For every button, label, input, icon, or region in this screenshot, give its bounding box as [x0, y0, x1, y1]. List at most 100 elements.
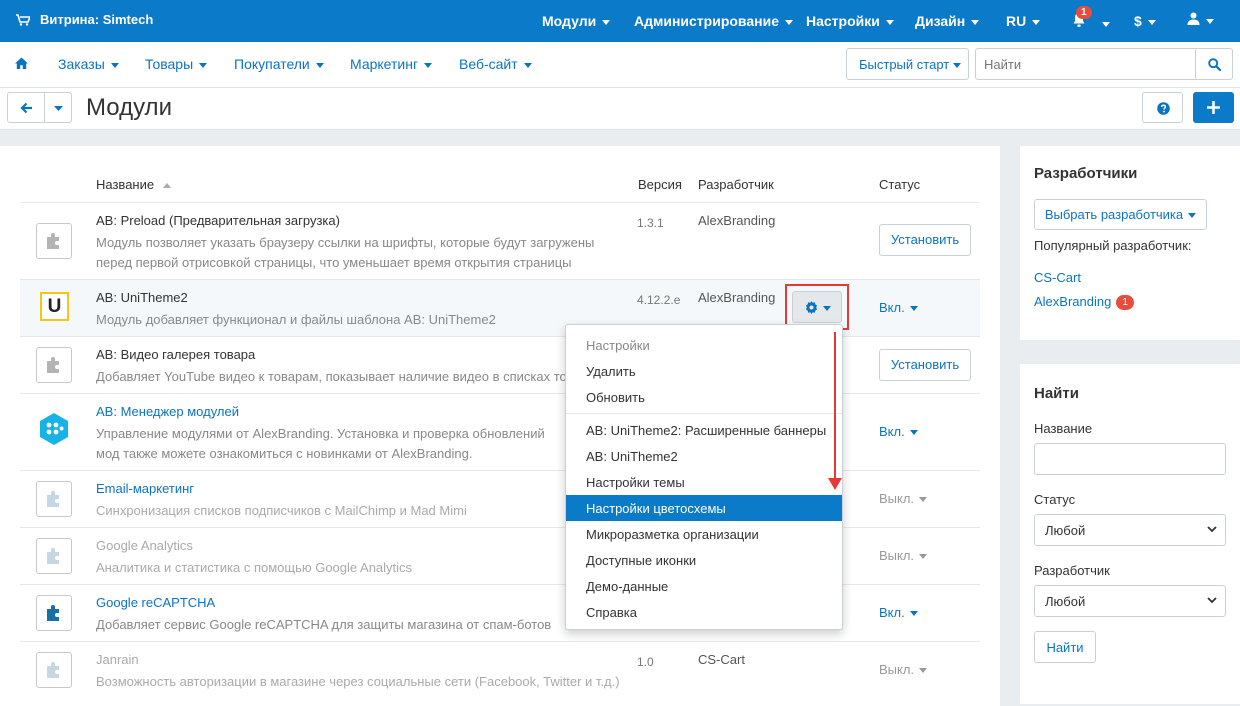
search-submit-button[interactable]: Найти [1034, 631, 1096, 663]
status-dropdown[interactable]: Вкл. [879, 424, 918, 439]
module-name[interactable]: Google reCAPTCHA [96, 595, 215, 610]
add-module-button[interactable] [1193, 92, 1234, 123]
table-row: Janrain Возможность авторизации в магази… [20, 641, 980, 706]
filter-status-select[interactable]: Любой [1034, 514, 1226, 546]
storefront-link[interactable]: Витрина: Simtech [16, 12, 153, 27]
filter-developer-label: Разработчик [1034, 563, 1110, 578]
module-icon [36, 538, 72, 574]
help-button[interactable] [1142, 92, 1183, 123]
status-dropdown[interactable]: Вкл. [879, 300, 918, 315]
developer-link-alexbranding[interactable]: AlexBranding 1 [1034, 294, 1134, 310]
menu-item-extended-banners[interactable]: AB: UniTheme2: Расширенные баннеры [566, 417, 842, 443]
module-icon: U [36, 290, 72, 326]
menu-administration[interactable]: Администрирование [634, 13, 793, 29]
module-description: Синхронизация списков подписчиков с Mail… [96, 503, 467, 518]
menu-currency[interactable]: $ [1134, 13, 1156, 29]
home-icon [15, 57, 28, 69]
menu-user[interactable] [1187, 12, 1214, 28]
nav-bar: Заказы Товары Покупатели Маркетинг Веб-с… [0, 42, 1240, 88]
quick-start-button[interactable]: Быстрый старт [846, 48, 969, 80]
search-button[interactable] [1195, 48, 1233, 80]
nav-products[interactable]: Товары [145, 56, 208, 72]
module-description: Возможность авторизации в магазине через… [96, 674, 620, 689]
column-header-name-label: Название [96, 177, 155, 192]
chevron-down-icon [909, 306, 918, 312]
menu-item-update[interactable]: Обновить [566, 384, 842, 410]
developer-link-cscart[interactable]: CS-Cart [1034, 270, 1081, 285]
menu-language[interactable]: RU [1006, 13, 1041, 29]
menu-design[interactable]: Дизайн [915, 13, 980, 29]
menu-modules[interactable]: Модули [542, 13, 611, 29]
menu-item-available-icons[interactable]: Доступные иконки [566, 547, 842, 573]
module-name[interactable]: Email-маркетинг [96, 481, 194, 496]
module-settings-button[interactable] [792, 291, 842, 323]
developer-badge: 1 [1116, 295, 1134, 310]
chevron-down-icon [885, 19, 894, 25]
module-icon [36, 412, 72, 448]
menu-item-delete[interactable]: Удалить [566, 358, 842, 384]
install-button[interactable]: Установить [879, 224, 971, 256]
menu-item-color-scheme-settings[interactable]: Настройки цветосхемы [566, 495, 842, 521]
menu-item-organization-markup[interactable]: Микроразметка организации [566, 521, 842, 547]
module-actions-menu: Настройки Удалить Обновить AB: UniTheme2… [565, 324, 843, 630]
menu-item-unitheme2[interactable]: AB: UniTheme2 [566, 443, 842, 469]
choose-developer-label: Выбрать разработчика [1044, 207, 1184, 222]
status-label: Вкл. [879, 300, 905, 315]
arrow-left-icon [20, 102, 32, 114]
status-label: Выкл. [879, 662, 915, 677]
developers-title: Разработчики [1034, 165, 1138, 182]
module-name[interactable]: Google Analytics [96, 538, 193, 553]
puzzle-icon [47, 548, 59, 564]
menu-settings-label: Настройки [806, 13, 880, 29]
search-input[interactable] [975, 48, 1196, 80]
nav-customers-label: Покупатели [234, 56, 310, 72]
install-button[interactable]: Установить [879, 349, 971, 381]
nav-marketing[interactable]: Маркетинг [350, 56, 433, 72]
menu-item-theme-settings[interactable]: Настройки темы [566, 469, 842, 495]
module-developer: AlexBranding [698, 290, 776, 305]
developers-panel: Разработчики Выбрать разработчика Популя… [1020, 146, 1240, 340]
chevron-down-icon [919, 554, 928, 560]
nav-products-label: Товары [145, 56, 194, 72]
notifications-caret[interactable] [1096, 15, 1110, 31]
status-dropdown[interactable]: Выкл. [879, 491, 928, 506]
nav-website-label: Веб-сайт [459, 56, 518, 72]
module-name[interactable]: Janrain [96, 652, 139, 667]
column-header-developer: Разработчик [698, 177, 774, 192]
nav-orders[interactable]: Заказы [58, 56, 119, 72]
history-dropdown-button[interactable] [45, 92, 72, 123]
menu-currency-label: $ [1134, 13, 1142, 29]
chevron-down-icon [919, 497, 928, 503]
menu-settings[interactable]: Настройки [806, 13, 894, 29]
nav-customers[interactable]: Покупатели [234, 56, 324, 72]
back-button[interactable] [7, 92, 45, 123]
column-header-status: Статус [879, 177, 921, 192]
menu-item-demo-data[interactable]: Демо-данные [566, 573, 842, 599]
status-dropdown[interactable]: Выкл. [879, 662, 928, 677]
top-bar: Витрина: Simtech Модули Администрировани… [0, 0, 1240, 42]
nav-website[interactable]: Веб-сайт [459, 56, 532, 72]
menu-item-help[interactable]: Справка [566, 599, 842, 625]
menu-item-settings[interactable]: Настройки [566, 332, 842, 358]
module-name: AB: UniTheme2 [96, 290, 188, 305]
home-link[interactable] [15, 57, 28, 72]
status-dropdown[interactable]: Выкл. [879, 548, 928, 563]
search-icon [1208, 58, 1221, 71]
chevron-down-icon [1032, 19, 1041, 25]
nav-marketing-label: Маркетинг [350, 56, 419, 72]
status-dropdown[interactable]: Вкл. [879, 605, 918, 620]
chevron-down-icon [54, 106, 63, 111]
menu-divider [566, 413, 842, 414]
module-version: 1.0 [637, 655, 654, 669]
menu-administration-label: Администрирование [634, 13, 779, 29]
module-description: Управление модулями от AlexBranding. Уст… [96, 426, 545, 461]
choose-developer-button[interactable]: Выбрать разработчика [1034, 199, 1207, 230]
chevron-down-icon [1206, 18, 1214, 24]
filter-developer-select[interactable]: Любой [1034, 585, 1226, 617]
notifications-button[interactable]: 1 [1072, 6, 1092, 31]
column-header-name[interactable]: Название [96, 177, 171, 192]
module-name[interactable]: AB: Менеджер модулей [96, 404, 239, 419]
module-icon [36, 481, 72, 517]
module-icon [36, 652, 72, 688]
filter-name-input[interactable] [1034, 443, 1226, 475]
